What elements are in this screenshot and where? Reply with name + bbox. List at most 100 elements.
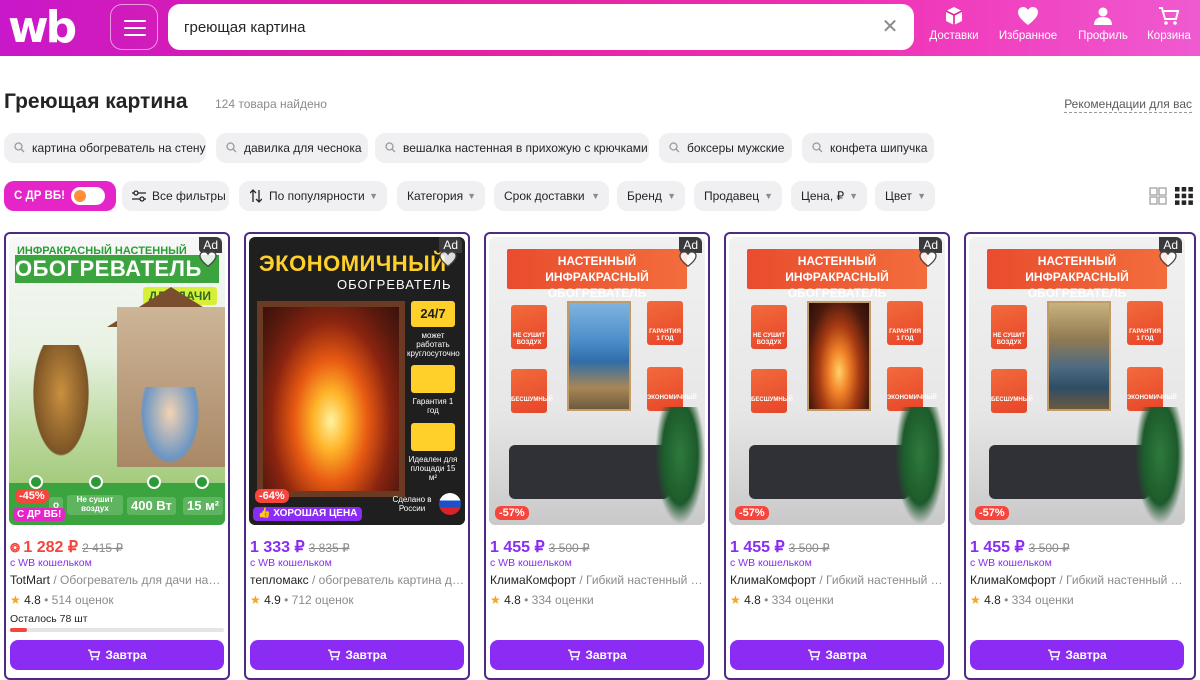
switch-knob [74,190,86,202]
product-image[interactable]: НАСТЕННЫЙ ИНФРАКРАСНЫЙ ОБОГРЕВАТЕЛЬ НЕ С… [729,237,945,525]
product-title[interactable]: КлимаКомфорт / Гибкий настенный обогрева… [490,573,704,587]
star-icon: ★ [10,593,21,607]
suggestion-chip[interactable]: конфета шипучка [802,133,934,163]
thumbs-up-icon: 👍 [258,508,274,519]
suggestion-chip[interactable]: вешалка настенная в прихожую с крючками [375,133,649,163]
feature-label: Не сушит воздух [67,495,123,515]
favorite-heart-icon[interactable] [679,251,697,267]
brand: КлимаКомфорт [970,573,1056,587]
add-to-cart-button[interactable]: Завтра [250,640,464,670]
product-card[interactable]: НАСТЕННЫЙ ИНФРАКРАСНЫЙ ОБОГРЕВАТЕЛЬ НЕ С… [484,232,710,680]
plant-illustration [1135,407,1185,525]
add-to-cart-button[interactable]: Завтра [10,640,224,670]
delivery-label: Завтра [1065,648,1107,662]
product-card[interactable]: ИНФРАКРАСНЫЙ НАСТЕННЫЙ ОБОГРЕВАТЕЛЬ ДЛЯ … [4,232,230,680]
brand: КлимаКомфорт [730,573,816,587]
cart-icon [88,649,101,661]
rating-value: 4.8 [744,593,761,607]
page-title: Греющая картина [4,90,188,113]
promo-switch[interactable] [71,187,105,205]
nav-favorites[interactable]: Избранное [996,6,1060,50]
box-icon [945,7,963,25]
favorite-heart-icon[interactable] [439,251,457,267]
product-title[interactable]: TotMart / Обогреватель для дачи настенны… [10,573,224,587]
search-icon [812,142,823,153]
price: 1 455 ₽3 500 ₽ [970,537,1070,557]
product-name: Обогреватель для дачи настенный инфракра… [60,573,224,587]
filter-category[interactable]: Категория ▼ [397,181,485,211]
reviews-count: 514 оценок [51,593,114,607]
wb-logo[interactable]: wb [8,4,92,52]
sort-dropdown[interactable]: По популярности ▼ [239,181,387,211]
grid-large-view-icon[interactable] [1149,187,1167,205]
rating-value: 4.8 [504,593,521,607]
product-title[interactable]: КлимаКомфорт / Гибкий настенный обогрева… [730,573,944,587]
grid-small-view-icon[interactable] [1175,187,1193,205]
all-filters-button[interactable]: Все фильтры [122,181,229,211]
sofa-illustration [989,445,1149,499]
product-image[interactable]: ИНФРАКРАСНЫЙ НАСТЕННЫЙ ОБОГРЕВАТЕЛЬ ДЛЯ … [9,237,225,525]
stock-bar-fill [10,628,28,632]
discount-badge: -57% [975,506,1009,520]
reviews-count: 712 оценок [291,593,354,607]
birthday-promo-toggle[interactable]: С ДР ВБ! [4,181,116,211]
filter-label: Продавец [704,189,760,203]
image-banner: НАСТЕННЫЙ ИНФРАКРАСНЫЙ ОБОГРЕВАТЕЛЬ [747,249,927,300]
suggestion-chip[interactable]: боксеры мужские [659,133,792,163]
product-card[interactable]: НАСТЕННЫЙ ИНФРАКРАСНЫЙ ОБОГРЕВАТЕЛЬ НЕ С… [724,232,950,680]
nav-deliveries[interactable]: Доставки [922,6,986,50]
filter-label: Срок доставки [504,189,585,203]
menu-button[interactable] [110,4,158,50]
filter-delivery-time[interactable]: Срок доставки ▼ [494,181,609,211]
add-to-cart-button[interactable]: Завтра [730,640,944,670]
product-image[interactable]: НАСТЕННЫЙ ИНФРАКРАСНЫЙ ОБОГРЕВАТЕЛЬ НЕ С… [489,237,705,525]
filter-brand[interactable]: Бренд ▼ [617,181,685,211]
award-icon [411,365,455,393]
product-card[interactable]: НАСТЕННЫЙ ИНФРАКРАСНЫЙ ОБОГРЕВАТЕЛЬ НЕ С… [964,232,1196,680]
nav-cart[interactable]: Корзина [1137,6,1200,50]
add-to-cart-button[interactable]: Завтра [970,640,1184,670]
feature-tile: ГАРАНТИЯ 1 ГОД [887,301,923,345]
feature-tile: ЭКОНОМИЧНЫЙ [1127,367,1177,411]
check-icon [147,475,161,489]
clear-search-icon[interactable]: ✕ [880,17,900,37]
search-input[interactable] [184,4,864,50]
wallet-note: с WB кошельком [250,557,332,569]
search-icon [669,142,680,153]
favorite-heart-icon[interactable] [199,251,217,267]
add-to-cart-button[interactable]: Завтра [490,640,704,670]
product-image[interactable]: НАСТЕННЫЙ ИНФРАКРАСНЫЙ ОБОГРЕВАТЕЛЬ НЕ С… [969,237,1185,525]
suggestion-chip[interactable]: картина обогреватель на стену [4,133,206,163]
product-image[interactable]: ЭКОНОМИЧНЫЙ ОБОГРЕВАТЕЛЬ 24/7 может рабо… [249,237,465,525]
favorite-heart-icon[interactable] [1159,251,1177,267]
filter-seller[interactable]: Продавец ▼ [694,181,782,211]
cart-icon [328,649,341,661]
old-price: 2 415 ₽ [82,541,124,555]
product-title[interactable]: тепломакс / обогреватель картина для дом… [250,573,464,587]
cat-illustration [29,345,93,465]
suggestion-chip[interactable]: давилка для чеснока [216,133,368,163]
cart-icon [1048,649,1061,661]
nav-profile[interactable]: Профиль [1071,6,1135,50]
suggestion-label: боксеры мужские [687,141,785,155]
recommendations-link[interactable]: Рекомендации для вас [1064,97,1192,113]
wallet-note: с WB кошельком [490,557,572,569]
current-price: 1 333 ₽ [250,539,305,556]
product-title[interactable]: КлимаКомфорт / Гибкий настенный обогрева… [970,573,1184,587]
nav-profile-label: Профиль [1078,30,1128,42]
price: 1 455 ₽3 500 ₽ [730,537,830,557]
feature-tile: ГАРАНТИЯ 1 ГОД [647,301,683,345]
star-icon: ★ [970,593,981,607]
current-price: 1 455 ₽ [730,539,785,556]
filter-price[interactable]: Цена, ₽ ▼ [791,181,867,211]
filter-label: Цвет [885,189,912,203]
image-banner: НАСТЕННЫЙ ИНФРАКРАСНЫЙ ОБОГРЕВАТЕЛЬ [987,249,1167,300]
chevron-down-icon: ▼ [764,191,773,201]
chevron-down-icon: ▼ [917,191,926,201]
product-card[interactable]: ЭКОНОМИЧНЫЙ ОБОГРЕВАТЕЛЬ 24/7 может рабо… [244,232,470,680]
filter-color[interactable]: Цвет ▼ [875,181,935,211]
chevron-down-icon: ▼ [369,191,378,201]
favorite-heart-icon[interactable] [919,251,937,267]
rating-value: 4.9 [264,593,281,607]
feature-tile: ЭКОНОМИЧНЫЙ [887,367,937,411]
